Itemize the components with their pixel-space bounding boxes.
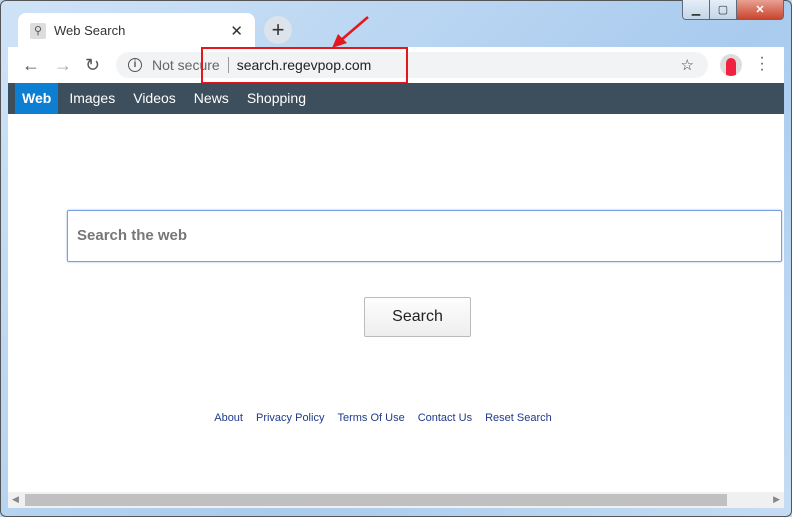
reload-icon[interactable]: ↻ [85, 55, 100, 76]
menu-icon[interactable]: · · · [758, 50, 766, 78]
scrollbar-thumb[interactable] [25, 494, 727, 506]
info-icon[interactable]: i [128, 58, 142, 72]
nav-news[interactable]: News [185, 83, 238, 114]
about-link[interactable]: About [214, 412, 243, 424]
nav-shopping[interactable]: Shopping [238, 83, 315, 114]
contact-link[interactable]: Contact Us [418, 412, 472, 424]
nav-web[interactable]: Web [15, 83, 59, 114]
page-content: Search the web Search About Privacy Poli… [8, 114, 784, 492]
forward-icon[interactable]: → [54, 55, 72, 76]
new-tab-button[interactable]: + [264, 16, 292, 44]
search-icon: ⚲ [30, 22, 46, 39]
nav-images[interactable]: Images [60, 83, 124, 114]
url-highlight-box [201, 47, 408, 84]
back-icon[interactable]: ← [22, 55, 40, 76]
minimize-button[interactable]: ▁ [683, 0, 710, 19]
horizontal-scrollbar[interactable]: ◀ ▶ [8, 492, 784, 508]
star-icon[interactable]: ☆ [681, 56, 694, 74]
red-arrow-icon [332, 16, 369, 48]
reset-search-link[interactable]: Reset Search [485, 412, 552, 424]
footer-links: About Privacy Policy Terms Of Use Contac… [0, 412, 771, 424]
browser-tab[interactable]: ⚲ Web Search ✕ [18, 13, 255, 48]
search-nav: Web Images Videos News Shopping [8, 83, 784, 114]
privacy-policy-link[interactable]: Privacy Policy [256, 412, 324, 424]
terms-link[interactable]: Terms Of Use [337, 412, 404, 424]
close-window-button[interactable]: ✕ [737, 0, 783, 19]
avatar[interactable] [720, 54, 742, 76]
window-controls: ▁ ▢ ✕ [682, 0, 784, 20]
scroll-right-icon[interactable]: ▶ [773, 494, 780, 505]
search-button[interactable]: Search [364, 297, 471, 337]
search-input[interactable]: Search the web [67, 210, 782, 262]
tab-title: Web Search [54, 23, 126, 38]
scroll-left-icon[interactable]: ◀ [12, 494, 19, 505]
maximize-button[interactable]: ▢ [710, 0, 737, 19]
nav-videos[interactable]: Videos [124, 83, 185, 114]
close-tab-icon[interactable]: ✕ [230, 22, 243, 40]
